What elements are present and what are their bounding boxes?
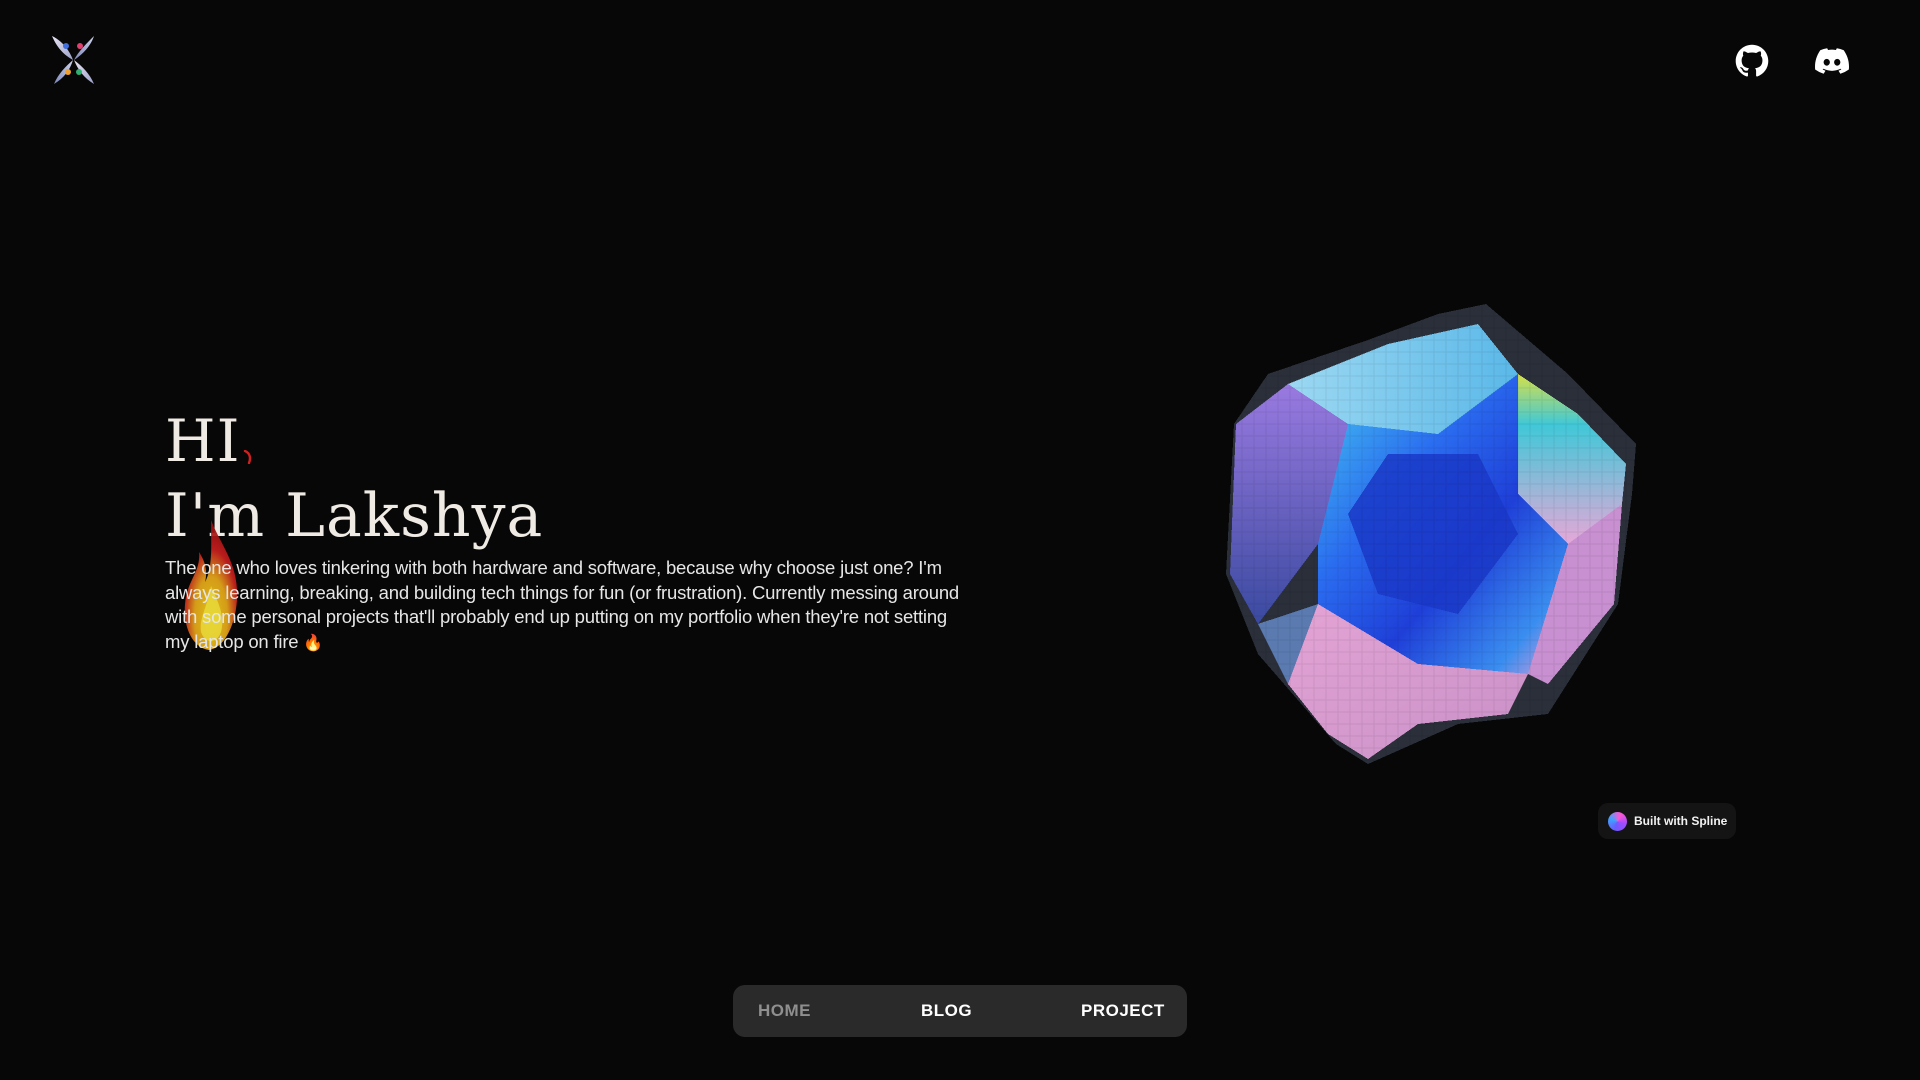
github-link[interactable] — [1733, 42, 1771, 80]
hero-greeting: HI — [165, 412, 251, 470]
greeting-text: HI — [165, 407, 241, 475]
built-with-spline-badge[interactable]: Built with Spline — [1598, 803, 1736, 839]
hero-bio: The one who loves tinkering with both ha… — [165, 520, 965, 656]
site-logo[interactable] — [46, 32, 100, 88]
pixel-gem-graphic — [1226, 304, 1636, 764]
spline-badge-label: Built with Spline — [1634, 814, 1728, 828]
discord-link[interactable] — [1813, 42, 1851, 80]
bottom-nav: HOME BLOG PROJECT — [733, 985, 1187, 1037]
spline-logo-icon — [1608, 811, 1627, 831]
spline-3d-scene[interactable] — [1218, 304, 1646, 766]
fire-emoji: 🔥 — [303, 634, 324, 652]
red-comma-mark — [243, 450, 251, 464]
hero-name: I'm Lakshya — [165, 481, 544, 551]
hero-section: HI I'm Lakshya The one who loves tinkeri… — [165, 412, 965, 656]
nav-item-blog[interactable]: BLOG — [921, 1001, 972, 1021]
nav-item-home[interactable]: HOME — [758, 1001, 811, 1021]
discord-icon — [1815, 48, 1849, 74]
nav-item-project[interactable]: PROJECT — [1081, 1001, 1165, 1021]
bio-text: The one who loves tinkering with both ha… — [165, 557, 960, 652]
github-icon — [1735, 44, 1769, 77]
butterfly-x-logo-icon — [52, 36, 94, 84]
